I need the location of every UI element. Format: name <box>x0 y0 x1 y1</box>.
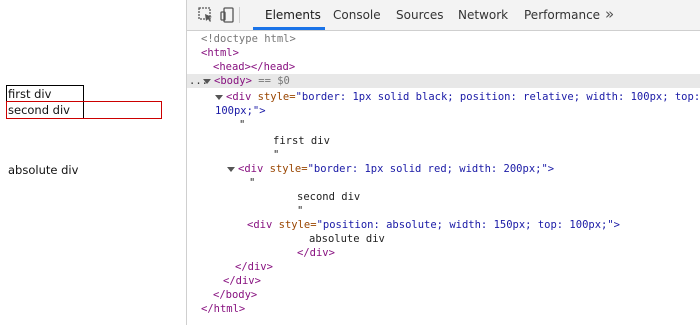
tab-performance[interactable]: Performance <box>524 0 600 30</box>
expand-triangle-icon[interactable] <box>203 78 211 84</box>
expand-triangle-icon[interactable] <box>227 166 235 172</box>
dom-line-head[interactable]: <head></head> <box>213 60 295 74</box>
dom-line-doctype[interactable]: <!doctype html> <box>201 32 296 46</box>
toolbar-separator <box>239 7 240 23</box>
dom-line-div-absolute[interactable]: <div style="position: absolute; width: 1… <box>247 218 620 232</box>
dom-line-div-close[interactable]: </div> <box>223 274 261 288</box>
second-div-text: second div <box>8 103 70 117</box>
devtools-panel: Elements Console Sources Network Perform… <box>186 0 700 325</box>
first-div-text: first div <box>8 87 52 101</box>
dom-line-div-first-cont[interactable]: 100px;"> <box>215 104 266 118</box>
tab-sources[interactable]: Sources <box>396 0 443 30</box>
dom-line-body-close[interactable]: </body> <box>213 288 257 302</box>
dom-text-second: second div <box>297 191 361 203</box>
dom-text-quote: " <box>273 149 280 161</box>
dom-line-div-second[interactable]: <div style="border: 1px solid red; width… <box>227 162 554 176</box>
device-toolbar-icon[interactable] <box>219 6 237 24</box>
tab-elements[interactable]: Elements <box>265 0 321 30</box>
dom-line-div-close[interactable]: </div> <box>235 260 273 274</box>
tab-network[interactable]: Network <box>458 0 508 30</box>
elements-dom-tree: <!doctype html> <html> <head></head> ...… <box>187 30 700 325</box>
dom-text-quote: " <box>239 119 246 131</box>
tab-console[interactable]: Console <box>333 0 381 30</box>
absolute-div-text: absolute div <box>8 163 79 177</box>
inspect-element-icon[interactable] <box>197 6 215 24</box>
dom-line-html-open[interactable]: <html> <box>201 46 239 60</box>
dom-line-div-first[interactable]: <div style="border: 1px solid black; pos… <box>215 90 700 104</box>
more-tabs-icon[interactable]: » <box>605 0 614 30</box>
expand-triangle-icon[interactable] <box>215 94 223 100</box>
devtools-toolbar: Elements Console Sources Network Perform… <box>187 0 700 31</box>
dom-line-body-selected[interactable]: ... <body> == $0 <box>187 74 700 88</box>
dom-text-quote: " <box>297 205 304 217</box>
dom-text-quote: " <box>249 177 256 189</box>
page-preview: first div second div absolute div <box>0 0 186 325</box>
dom-text-first: first div <box>273 135 330 147</box>
dom-line-html-close[interactable]: </html> <box>201 302 245 316</box>
dom-line-div-close[interactable]: </div> <box>297 246 335 260</box>
dom-text-absolute: absolute div <box>309 233 385 245</box>
